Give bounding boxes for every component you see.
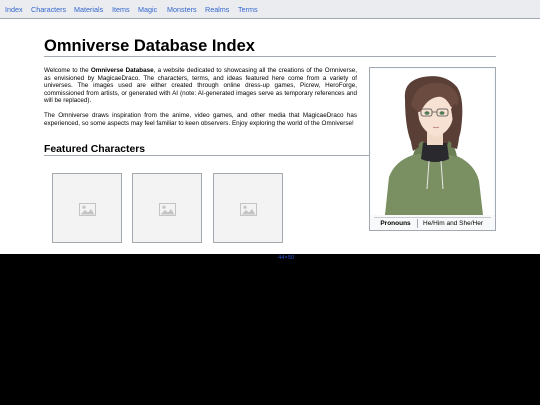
pronouns-value: He/Him and She/Her (423, 220, 483, 227)
featured-character-card[interactable] (213, 173, 283, 243)
character-infobox: Pronouns He/Him and She/Her (369, 67, 496, 231)
pronouns-label: Pronouns (374, 219, 418, 228)
nav-link-characters[interactable]: Characters (31, 5, 66, 14)
nav-link-materials[interactable]: Materials (74, 5, 103, 14)
title-divider (44, 56, 496, 57)
nav-link-realms[interactable]: Realms (205, 5, 229, 14)
featured-character-card[interactable] (132, 173, 202, 243)
page-content: Index Characters Materials Items Magic M… (0, 0, 540, 254)
page-title: Omniverse Database Index (44, 37, 255, 55)
nav-link-items[interactable]: Items (112, 5, 130, 14)
nav-link-magic[interactable]: Magic (138, 5, 157, 14)
top-navigation: Index Characters Materials Items Magic M… (0, 0, 540, 19)
inspiration-paragraph: The Omniverse draws inspiration from the… (44, 112, 357, 127)
image-placeholder-icon (79, 203, 96, 216)
character-portrait[interactable] (371, 69, 494, 215)
intro-site-name: Omniverse Database (90, 67, 154, 74)
pronouns-row: Pronouns He/Him and She/Her (374, 217, 491, 229)
dimension-label: 44×50 (278, 255, 295, 261)
nav-link-index[interactable]: Index (5, 5, 23, 14)
nav-link-monsters[interactable]: Monsters (167, 5, 197, 14)
featured-divider (44, 155, 370, 156)
image-placeholder-icon (159, 203, 176, 216)
image-placeholder-icon (240, 203, 257, 216)
intro-paragraph: Welcome to the Omniverse Database, a web… (44, 67, 357, 105)
intro-prefix: Welcome to the (44, 67, 91, 74)
nav-link-terms[interactable]: Terms (238, 5, 258, 14)
featured-character-card[interactable] (52, 173, 122, 243)
